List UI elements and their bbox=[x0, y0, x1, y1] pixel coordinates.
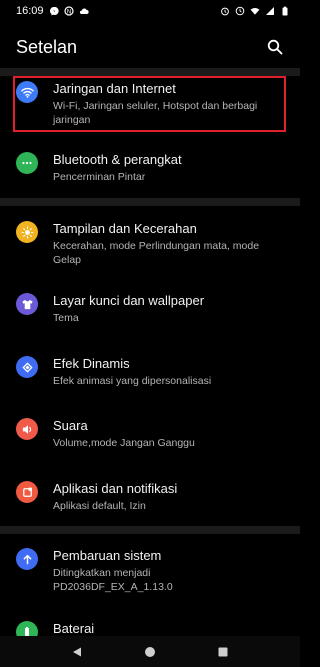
page-title: Setelan bbox=[16, 36, 78, 57]
setting-label: Baterai bbox=[53, 621, 95, 636]
setting-summary: Wi-Fi, Jaringan seluler, Hotspot dan ber… bbox=[53, 100, 258, 126]
setting-label: Tampilan dan Kecerahan bbox=[53, 221, 197, 236]
setting-bluetooth-devices[interactable]: Bluetooth & perangkat Pencerminan Pintar bbox=[0, 152, 300, 184]
back-triangle-icon bbox=[72, 647, 81, 656]
setting-summary: Ditingkatkan menjadi PD2036DF_EX_A_1.13.… bbox=[53, 567, 173, 593]
svg-text:N: N bbox=[66, 9, 70, 15]
home-circle-icon bbox=[144, 646, 155, 657]
wifi-icon bbox=[16, 81, 38, 103]
setting-label: Aplikasi dan notifikasi bbox=[53, 481, 178, 496]
setting-label: Bluetooth & perangkat bbox=[53, 152, 182, 167]
cloud-icon bbox=[79, 6, 89, 16]
theme-shirt-icon bbox=[16, 293, 38, 315]
setting-summary: Volume,mode Jangan Ganggu bbox=[53, 437, 195, 449]
status-time: 16:09 bbox=[16, 5, 44, 17]
recents-square-icon bbox=[218, 647, 228, 656]
setting-label: Suara bbox=[53, 418, 88, 433]
brightness-icon bbox=[16, 221, 38, 243]
setting-apps-notifications[interactable]: Aplikasi dan notifikasi Aplikasi default… bbox=[0, 481, 300, 513]
messenger-notification-icon bbox=[49, 6, 59, 16]
setting-summary: Pencerminan Pintar bbox=[53, 171, 146, 183]
setting-summary: Kecerahan, mode Perlindungan mata, mode … bbox=[53, 240, 260, 266]
home-button[interactable] bbox=[138, 640, 162, 664]
navigation-bar bbox=[0, 636, 300, 667]
wifi-status-icon bbox=[250, 6, 260, 16]
recents-button[interactable] bbox=[211, 640, 235, 664]
status-bar: 16:09 N bbox=[0, 0, 300, 22]
sound-icon bbox=[16, 418, 38, 440]
signal-icon bbox=[265, 6, 275, 16]
section-divider bbox=[0, 198, 300, 206]
setting-summary: Efek animasi yang dipersonalisasi bbox=[53, 375, 212, 387]
setting-dynamic-effects[interactable]: Efek Dinamis Efek animasi yang dipersona… bbox=[0, 356, 300, 388]
setting-label: Jaringan dan Internet bbox=[53, 81, 176, 96]
system-update-icon bbox=[16, 548, 38, 570]
bluetooth-devices-icon bbox=[16, 152, 38, 174]
setting-label: Efek Dinamis bbox=[53, 356, 130, 371]
setting-lockscreen-wallpaper[interactable]: Layar kunci dan wallpaper Tema bbox=[0, 293, 300, 325]
setting-network-internet[interactable]: Jaringan dan Internet Wi-Fi, Jaringan se… bbox=[0, 81, 300, 127]
setting-system-update[interactable]: Pembaruan sistem Ditingkatkan menjadi PD… bbox=[0, 548, 300, 594]
setting-summary: Aplikasi default, Izin bbox=[53, 500, 146, 512]
section-divider bbox=[0, 526, 300, 534]
section-divider bbox=[0, 68, 300, 76]
app-bar: Setelan bbox=[0, 28, 300, 66]
setting-sound[interactable]: Suara Volume,mode Jangan Ganggu bbox=[0, 418, 300, 450]
search-icon bbox=[267, 39, 283, 55]
setting-display-brightness[interactable]: Tampilan dan Kecerahan Kecerahan, mode P… bbox=[0, 221, 300, 267]
clock-icon bbox=[235, 6, 245, 16]
setting-summary: Tema bbox=[53, 312, 79, 324]
dynamic-effects-icon bbox=[16, 356, 38, 378]
back-button[interactable] bbox=[65, 640, 89, 664]
setting-label: Pembaruan sistem bbox=[53, 548, 162, 563]
app-notification-icon: N bbox=[63, 6, 74, 16]
search-button[interactable] bbox=[264, 36, 286, 58]
setting-label: Layar kunci dan wallpaper bbox=[53, 293, 205, 308]
apps-icon bbox=[16, 481, 38, 503]
alarm-icon bbox=[220, 6, 230, 16]
battery-status-icon bbox=[280, 6, 290, 16]
